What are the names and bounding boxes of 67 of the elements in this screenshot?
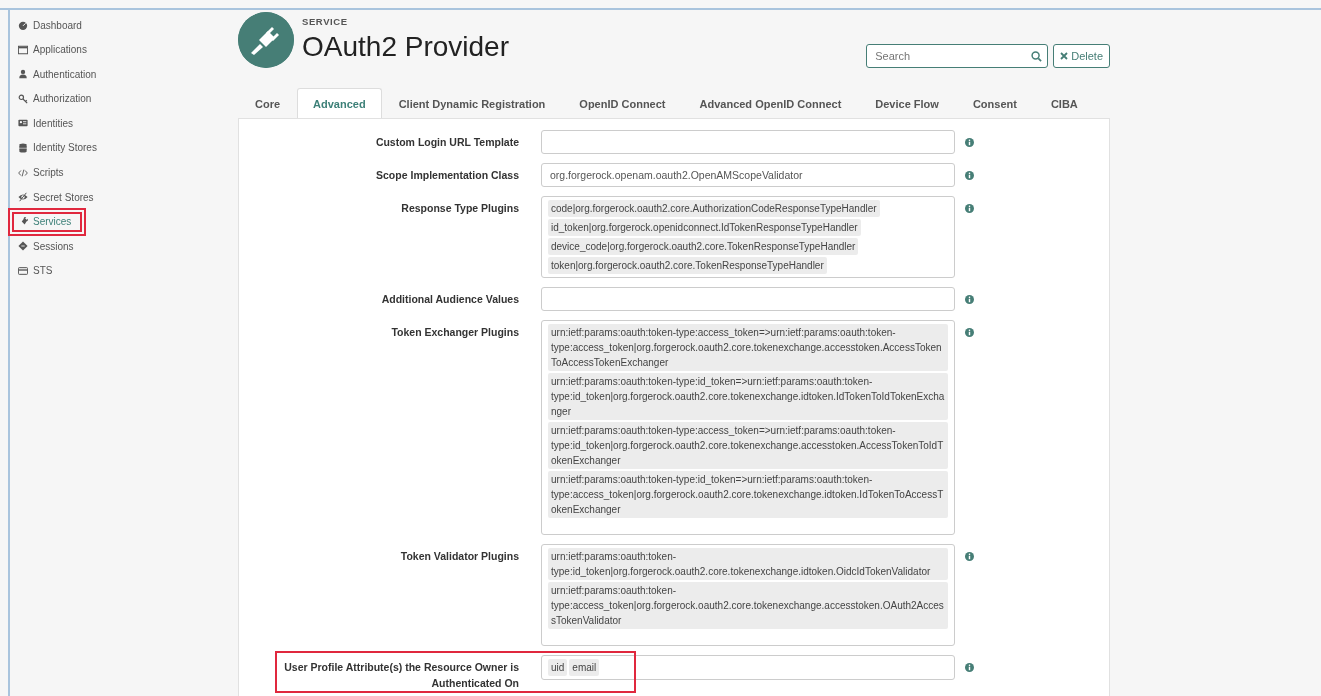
- tag-field[interactable]: [541, 544, 955, 646]
- window-icon: [18, 44, 28, 55]
- tab[interactable]: Core: [238, 88, 298, 118]
- dashboard-icon: [18, 20, 28, 30]
- tab[interactable]: CIBA: [1033, 88, 1095, 118]
- tag-field[interactable]: [541, 196, 955, 278]
- tag: uid: [548, 659, 568, 676]
- eye-icon: [18, 192, 28, 203]
- tag: email: [569, 659, 600, 676]
- tag: code|org.forgerock.oauth2.core.AuthorizationCodeResponseTypeHandler: [548, 200, 880, 217]
- sidebar-item[interactable]: Identities: [12, 113, 82, 134]
- tab[interactable]: Client Dynamic Registration: [381, 88, 563, 118]
- tag: urn:ietf:params:oauth:token-type:id_token=>urn:ietf:params:oauth:token-type:id_token|org.forgerock.oauth2.core.tokenexchange.idtoken.IdTokenToIdTokenExchanger: [548, 373, 948, 420]
- key-icon: [18, 93, 28, 104]
- tab[interactable]: OpenID Connect: [562, 88, 683, 118]
- info-icon[interactable]: [965, 171, 974, 180]
- sidebar-item[interactable]: Dashboard: [12, 15, 88, 35]
- sidebar-item[interactable]: Applications: [12, 39, 93, 60]
- info-icon[interactable]: [965, 204, 974, 213]
- field-label: User Profile Attribute(s) the Resource Owner is Authenticated On: [283, 660, 519, 691]
- close-icon: [1060, 52, 1069, 60]
- field-label: Additional Audience Values: [380, 292, 519, 307]
- field-label: Token Validator Plugins: [399, 549, 519, 564]
- info-icon[interactable]: [965, 295, 974, 304]
- info-icon[interactable]: [965, 328, 974, 337]
- code-icon: [18, 167, 28, 178]
- tag: token|org.forgerock.oauth2.core.TokenResponseTypeHandler: [548, 257, 827, 274]
- search-icon: [1031, 51, 1043, 62]
- sidebar-item[interactable]: Authentication: [12, 64, 103, 85]
- field-label: Custom Login URL Template: [374, 135, 519, 150]
- sidebar-item[interactable]: Identity Stores: [12, 137, 103, 158]
- database-icon: [18, 142, 28, 153]
- card-icon: [18, 265, 28, 276]
- text-field[interactable]: org.forgerock.openam.oauth2.OpenAMScopeValidator: [541, 163, 955, 187]
- tab[interactable]: Consent: [955, 88, 1034, 118]
- tab[interactable]: Advanced: [297, 88, 382, 118]
- user-icon: [18, 69, 28, 80]
- page-kicker: SERVICE: [302, 16, 349, 27]
- sidebar-item[interactable]: Sessions: [12, 236, 82, 257]
- tag: id_token|org.forgerock.openidconnect.IdTokenResponseTypeHandler: [548, 219, 861, 236]
- delete-button[interactable]: Delete: [1053, 44, 1110, 68]
- sidebar-item[interactable]: Scripts: [12, 162, 82, 183]
- search-field[interactable]: Search: [866, 44, 1049, 68]
- tag: urn:ietf:params:oauth:token-type:id_token|org.forgerock.oauth2.core.tokenexchange.idtoken.OidcIdTokenValidator: [548, 548, 948, 580]
- tag: urn:ietf:params:oauth:token-type:access_token=>urn:ietf:params:oauth:token-type:access_token|org.forgerock.oauth2.core.tokenexchange.accesstoken.AccessTokenToAccessTokenExchanger: [548, 324, 948, 371]
- tab[interactable]: Device Flow: [858, 88, 956, 118]
- sidebar-item[interactable]: STS: [12, 260, 82, 281]
- text-field[interactable]: [541, 130, 955, 154]
- page-title: OAuth2 Provider: [302, 31, 509, 63]
- tag-field[interactable]: uid email: [541, 655, 955, 680]
- tab[interactable]: Advanced OpenID Connect: [682, 88, 859, 118]
- field-label: Token Exchanger Plugins: [390, 325, 519, 340]
- ticket-icon: [18, 241, 28, 252]
- field-label: Response Type Plugins: [400, 201, 519, 216]
- sidebar-item[interactable]: Secret Stores: [12, 187, 100, 208]
- tag: device_code|org.forgerock.oauth2.core.TokenResponseTypeHandler: [548, 238, 859, 255]
- tag: urn:ietf:params:oauth:token-type:access_token=>urn:ietf:params:oauth:token-type:id_token|org.forgerock.oauth2.core.tokenexchange.accesstoken.AccessTokenToIdTokenExchanger: [548, 422, 948, 469]
- idcard-icon: [18, 118, 28, 129]
- tag: urn:ietf:params:oauth:token-type:id_token=>urn:ietf:params:oauth:token-type:access_token|org.forgerock.oauth2.core.tokenexchange.idtoken.IdTokenToAccessTokenExchanger: [548, 471, 948, 518]
- info-icon[interactable]: [965, 552, 974, 561]
- tag-field[interactable]: [541, 287, 955, 311]
- tag: urn:ietf:params:oauth:token-type:access_token|org.forgerock.oauth2.core.tokenexchange.accesstoken.OAuth2AccessTokenValidator: [548, 582, 948, 629]
- sidebar-item[interactable]: Authorization: [12, 88, 98, 109]
- info-icon[interactable]: [965, 138, 974, 147]
- info-icon[interactable]: [965, 663, 974, 672]
- tag-field[interactable]: [541, 320, 955, 535]
- field-label: Scope Implementation Class: [375, 168, 519, 183]
